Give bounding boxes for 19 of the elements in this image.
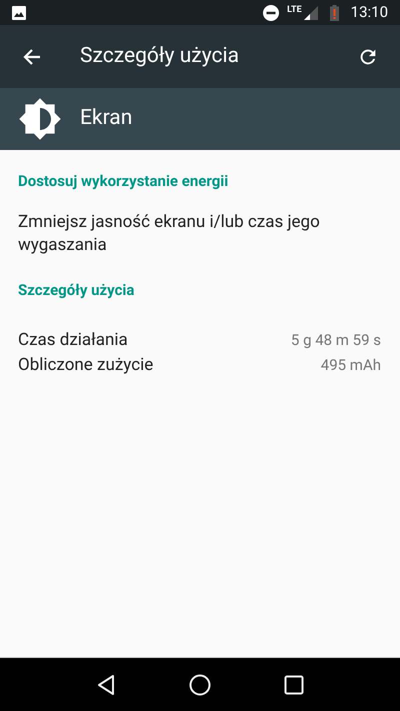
detail-label: Czas działania xyxy=(18,328,128,352)
section-header: Dostosuj wykorzystanie energii xyxy=(18,171,230,192)
detail-value: 495 mAh xyxy=(320,355,382,376)
detail-value: 5 g 48 m 59 s xyxy=(290,330,382,352)
detail-label: Obliczone zużycie xyxy=(18,354,154,377)
signal-icon xyxy=(304,6,318,20)
home-button[interactable] xyxy=(188,674,211,696)
network-type: LTE xyxy=(287,4,302,17)
recents-button[interactable] xyxy=(284,674,304,694)
low-battery-icon xyxy=(330,4,339,20)
back-nav-button[interactable] xyxy=(96,674,116,696)
brightness-icon xyxy=(18,97,62,141)
clock: 13:10 xyxy=(350,2,388,24)
app-name: Ekran xyxy=(80,105,132,132)
image-notification-icon xyxy=(12,6,26,20)
section-header: Szczegóły użycia xyxy=(18,280,136,300)
do-not-disturb-icon xyxy=(263,4,280,20)
tip-text[interactable]: Zmniejsz jasność ekranu i/lub czas jego wygaszania xyxy=(18,210,382,256)
screen-title: Szczegóły użycia xyxy=(80,42,240,70)
